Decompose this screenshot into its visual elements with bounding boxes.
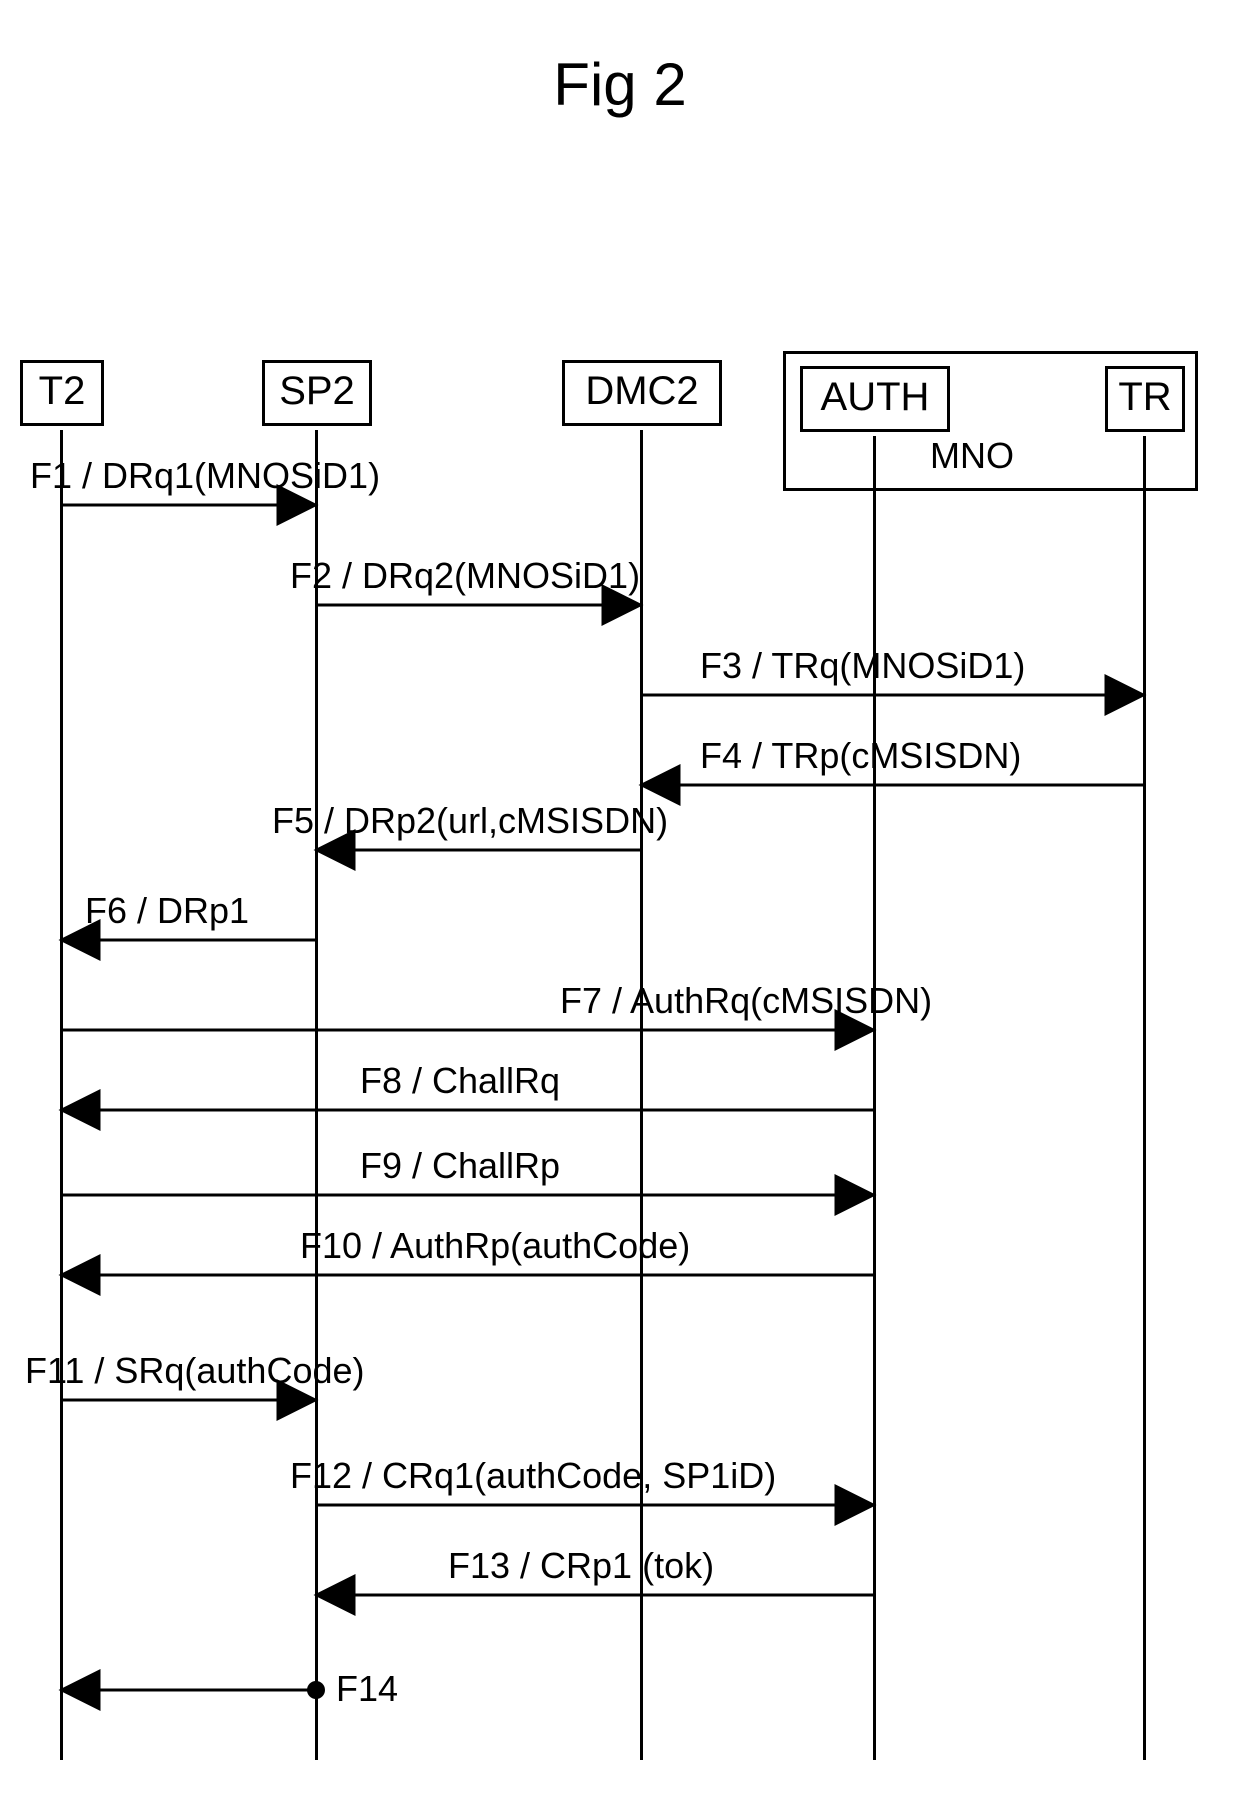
msg-f7: F7 / AuthRq(cMSISDN) — [560, 980, 932, 1022]
msg-f3: F3 / TRq(MNOSiD1) — [700, 645, 1025, 687]
msg-f8: F8 / ChallRq — [360, 1060, 560, 1102]
msg-f1: F1 / DRq1(MNOSiD1) — [30, 455, 380, 497]
msg-f12: F12 / CRq1(authCode, SP1iD) — [290, 1455, 776, 1497]
msg-f4: F4 / TRp(cMSISDN) — [700, 735, 1021, 777]
sequence-diagram: Fig 2 MNO T2 SP2 DMC2 AUTH TR — [0, 0, 1240, 1803]
msg-f6: F6 / DRp1 — [85, 890, 249, 932]
msg-f9: F9 / ChallRp — [360, 1145, 560, 1187]
msg-f10: F10 / AuthRp(authCode) — [300, 1225, 690, 1267]
msg-f2: F2 / DRq2(MNOSiD1) — [290, 555, 640, 597]
msg-f14: F14 — [336, 1668, 398, 1710]
msg-f11: F11 / SRq(authCode) — [25, 1350, 365, 1392]
msg-f13: F13 / CRp1 (tok) — [448, 1545, 714, 1587]
msg-f5: F5 / DRp2(url,cMSISDN) — [272, 800, 668, 842]
f14-source-dot — [307, 1681, 325, 1699]
